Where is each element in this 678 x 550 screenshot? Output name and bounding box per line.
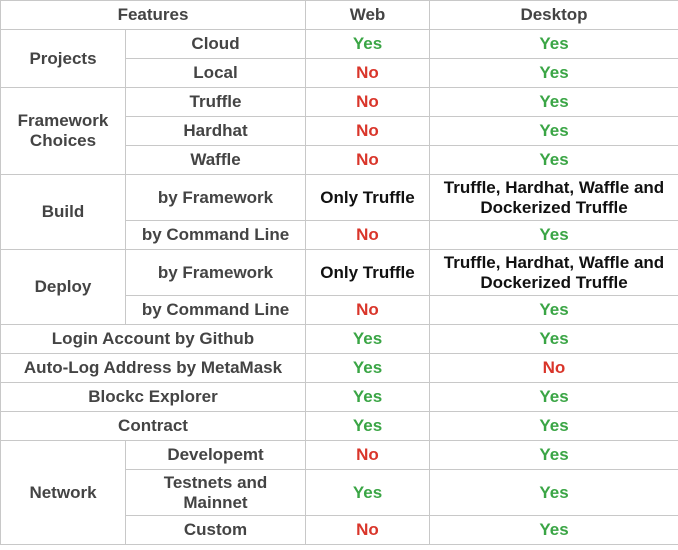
feature-comparison-table: Features Web Desktop Projects Cloud Yes …: [0, 0, 678, 545]
web-cell: Yes: [305, 411, 430, 441]
table-row: Network Developemt No Yes: [0, 440, 678, 545]
web-cell: No: [305, 87, 430, 117]
desktop-cell: Yes: [429, 469, 678, 516]
feature-cell: by Command Line: [125, 295, 306, 325]
group-projects: Projects: [0, 29, 126, 88]
desktop-cell: Yes: [429, 220, 678, 250]
web-cell: No: [305, 145, 430, 175]
desktop-cell: Yes: [429, 29, 678, 59]
group-deploy: Deploy: [0, 249, 126, 325]
feature-cell: Contract: [0, 411, 306, 441]
desktop-cell: Yes: [429, 145, 678, 175]
feature-cell: by Framework: [125, 249, 306, 296]
feature-cell: Waffle: [125, 145, 306, 175]
feature-cell: Login Account by Github: [0, 324, 306, 354]
table-row: Framework Choices Truffle No Yes: [0, 87, 678, 175]
web-cell: Yes: [305, 29, 430, 59]
feature-cell: Cloud: [125, 29, 306, 59]
header-features: Features: [0, 0, 306, 30]
table-header-row: Features Web Desktop: [0, 0, 678, 30]
header-desktop: Desktop: [429, 0, 678, 30]
web-cell: Only Truffle: [305, 249, 430, 296]
feature-cell: Custom: [125, 515, 306, 545]
desktop-cell: No: [429, 353, 678, 383]
group-framework-choices: Framework Choices: [0, 87, 126, 175]
table-row: Deploy by Framework Only Truffle Truffle…: [0, 249, 678, 325]
web-cell: No: [305, 220, 430, 250]
web-cell: Yes: [305, 382, 430, 412]
desktop-cell: Yes: [429, 411, 678, 441]
feature-cell: by Framework: [125, 174, 306, 221]
group-network: Network: [0, 440, 126, 545]
table-row: Projects Cloud Yes Yes: [0, 29, 678, 88]
desktop-cell: Truffle, Hardhat, Waffle and Dockerized …: [429, 249, 678, 296]
feature-cell: by Command Line: [125, 220, 306, 250]
web-cell: No: [305, 58, 430, 88]
desktop-cell: Yes: [429, 440, 678, 470]
desktop-cell: Yes: [429, 116, 678, 146]
header-web: Web: [305, 0, 430, 30]
desktop-cell: Yes: [429, 382, 678, 412]
web-cell: No: [305, 515, 430, 545]
desktop-cell: Yes: [429, 324, 678, 354]
web-cell: No: [305, 295, 430, 325]
table-row: Build by Framework Only Truffle Truffle,…: [0, 174, 678, 250]
web-cell: Only Truffle: [305, 174, 430, 221]
desktop-cell: Yes: [429, 87, 678, 117]
desktop-cell: Yes: [429, 295, 678, 325]
feature-cell: Testnets and Mainnet: [125, 469, 306, 516]
web-cell: Yes: [305, 324, 430, 354]
feature-cell: Developemt: [125, 440, 306, 470]
desktop-cell: Yes: [429, 515, 678, 545]
web-cell: Yes: [305, 469, 430, 516]
desktop-cell: Yes: [429, 58, 678, 88]
web-cell: No: [305, 440, 430, 470]
desktop-cell: Truffle, Hardhat, Waffle and Dockerized …: [429, 174, 678, 221]
group-build: Build: [0, 174, 126, 250]
table-row: Auto-Log Address by MetaMask Yes No: [0, 353, 678, 383]
table-row: Contract Yes Yes: [0, 411, 678, 441]
web-cell: Yes: [305, 353, 430, 383]
feature-cell: Local: [125, 58, 306, 88]
feature-cell: Blockc Explorer: [0, 382, 306, 412]
table-row: Blockc Explorer Yes Yes: [0, 382, 678, 412]
table-row: Login Account by Github Yes Yes: [0, 324, 678, 354]
feature-cell: Truffle: [125, 87, 306, 117]
web-cell: No: [305, 116, 430, 146]
feature-cell: Auto-Log Address by MetaMask: [0, 353, 306, 383]
feature-cell: Hardhat: [125, 116, 306, 146]
